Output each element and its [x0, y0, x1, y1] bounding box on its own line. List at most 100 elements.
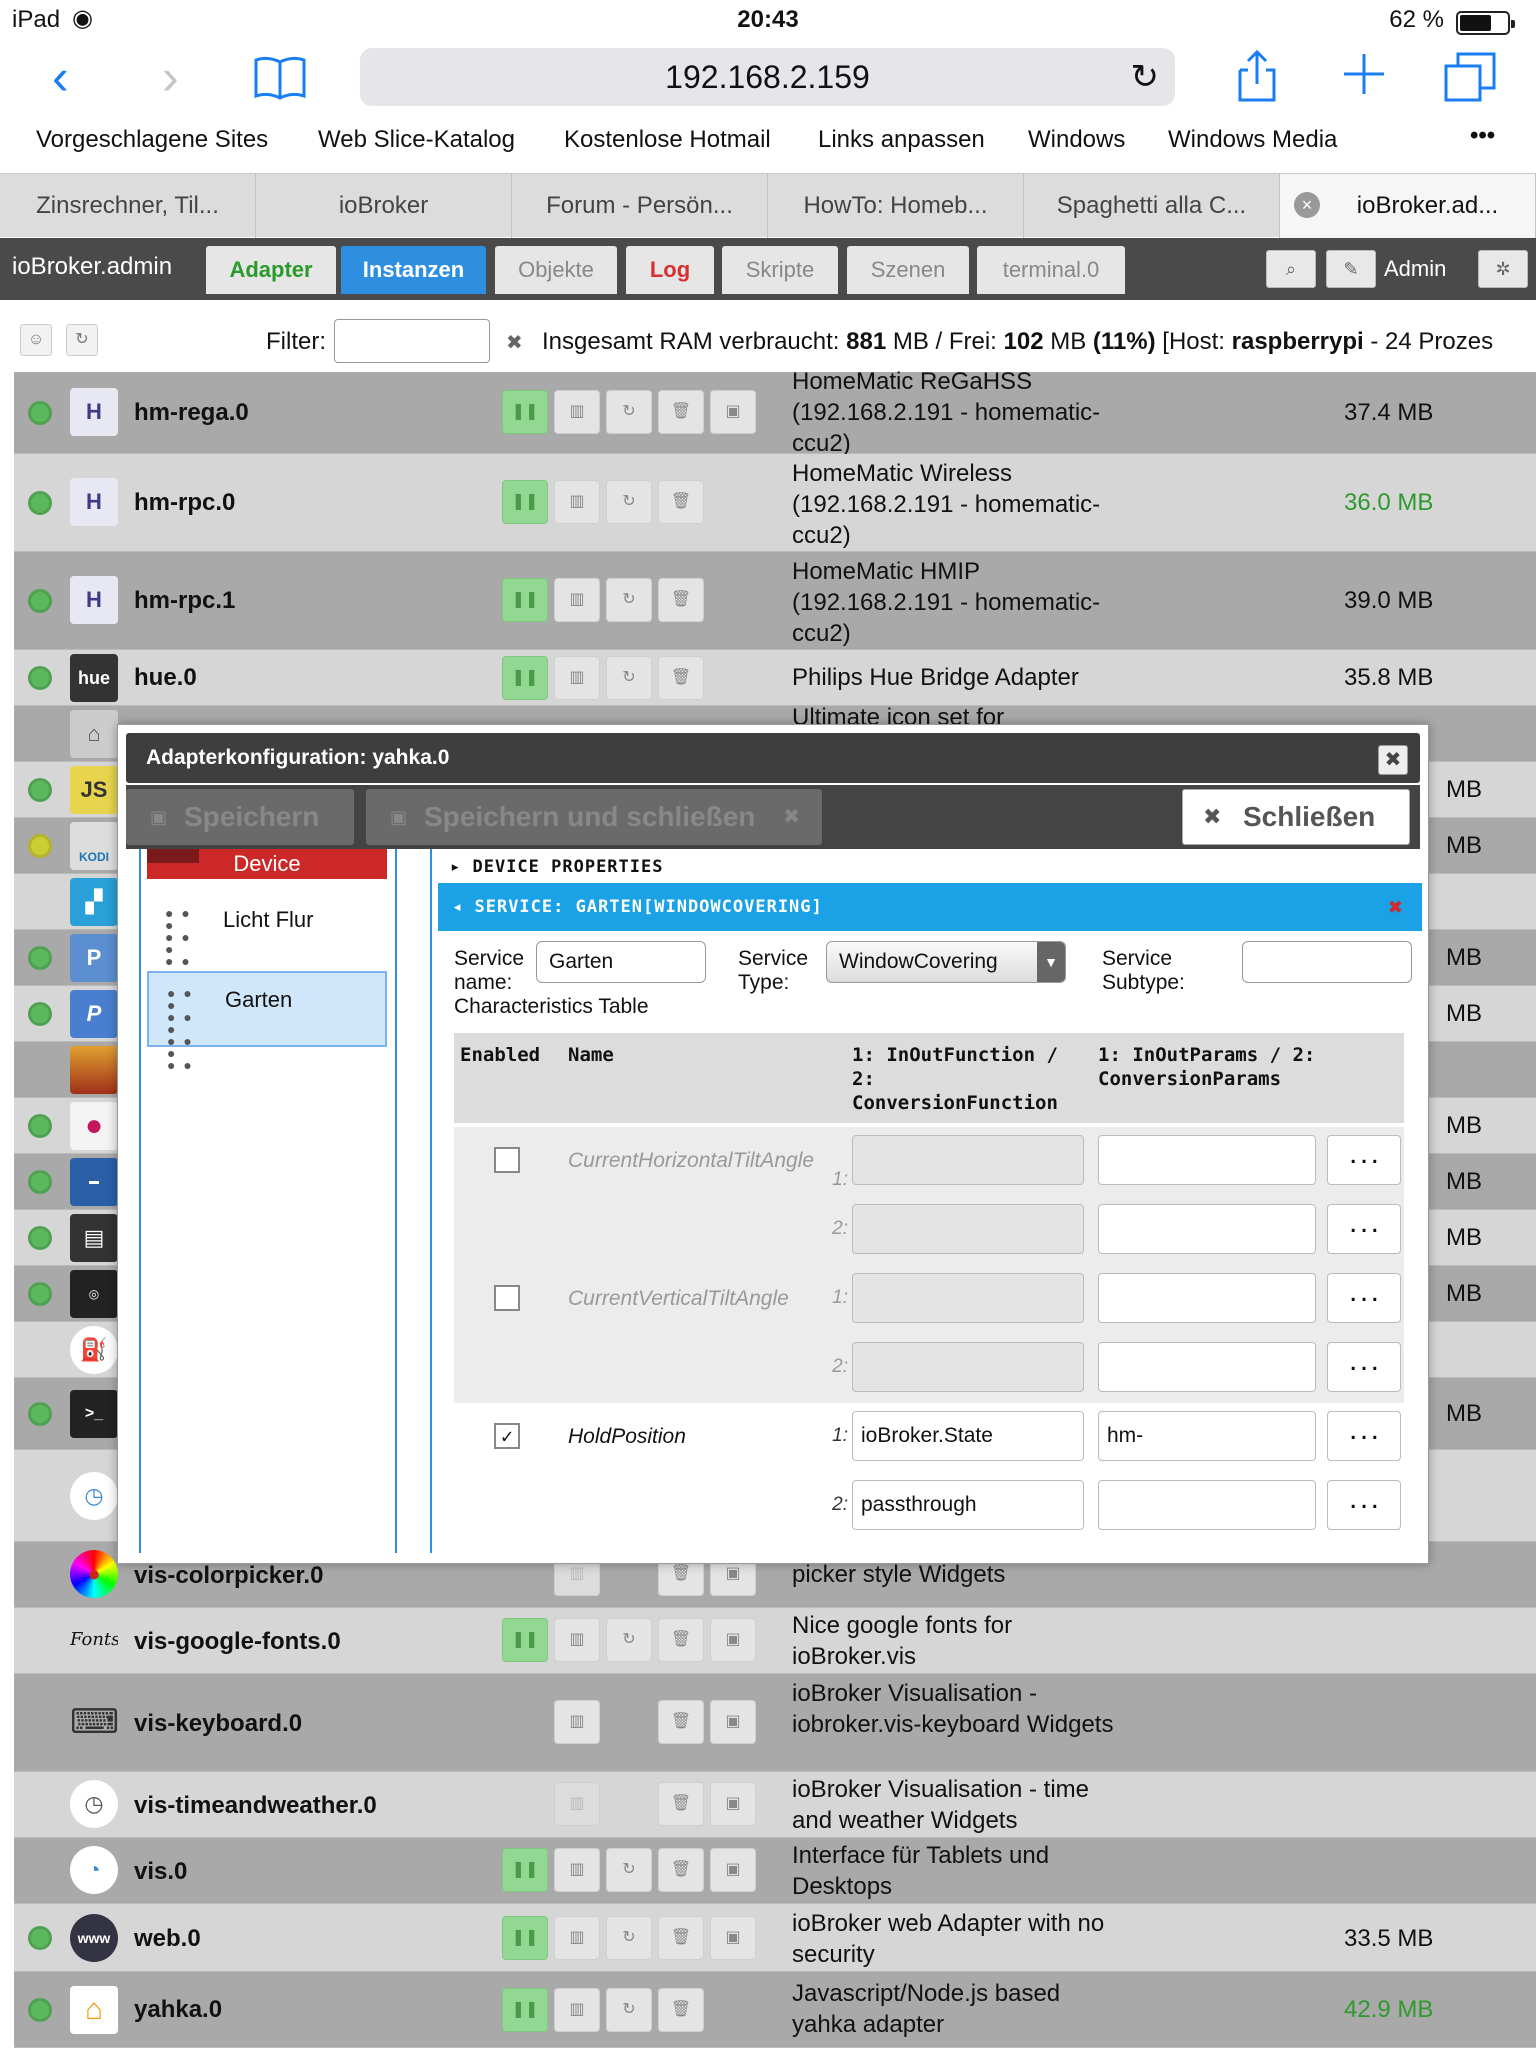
conversion-params-input[interactable] — [1098, 1342, 1316, 1392]
delete-button[interactable]: 🗑 — [658, 1988, 704, 2032]
edit-params-button[interactable]: ... — [1327, 1135, 1401, 1185]
bookmarks-icon[interactable] — [252, 54, 308, 100]
delete-button[interactable]: 🗑 — [658, 1618, 704, 1662]
conversion-params-input[interactable] — [1098, 1480, 1316, 1530]
favorite-link[interactable]: Links anpassen — [818, 126, 985, 154]
restart-button[interactable]: ↻ — [606, 656, 652, 700]
edit-params-button[interactable]: ... — [1327, 1342, 1401, 1392]
delete-button[interactable]: 🗑 — [658, 1700, 704, 1744]
settings-button[interactable]: ▥ — [554, 656, 600, 700]
close-button[interactable]: ✖ Schließen — [1182, 789, 1410, 845]
pause-button[interactable]: ❚❚ — [502, 390, 548, 434]
more-icon[interactable]: ••• — [1470, 122, 1495, 150]
edit-params-button[interactable]: ... — [1327, 1204, 1401, 1254]
device-properties-toggle[interactable]: ▸ DEVICE PROPERTIES — [450, 857, 663, 877]
browser-tab[interactable]: ioBroker — [256, 174, 512, 238]
tab-instanzen[interactable]: Instanzen — [341, 246, 486, 294]
filter-input[interactable] — [334, 319, 490, 363]
refresh-icon[interactable]: ↻ — [66, 324, 98, 356]
pause-button[interactable]: ❚❚ — [502, 578, 548, 622]
tab-adapter[interactable]: Adapter — [206, 246, 336, 294]
tab-log[interactable]: Log — [626, 246, 714, 294]
user-icon[interactable]: ☺ — [20, 324, 52, 356]
tab-szenen[interactable]: Szenen — [847, 246, 969, 294]
pause-button[interactable]: ❚❚ — [502, 1848, 548, 1892]
service-name-input[interactable]: Garten — [536, 941, 706, 983]
edit-params-button[interactable]: ... — [1327, 1480, 1401, 1530]
service-type-select[interactable]: WindowCovering ▼ — [826, 941, 1066, 983]
edit-icon[interactable]: ✎ — [1326, 250, 1376, 288]
sidebar-item-licht-flur[interactable]: ● ● ●● ● ●● ● ●● ● Licht Flur — [147, 893, 387, 992]
image-button[interactable]: ▣ — [710, 1916, 756, 1960]
browser-tab[interactable]: Forum - Persön... — [512, 174, 768, 238]
conversion-function-input[interactable]: passthrough — [852, 1480, 1084, 1530]
restart-button[interactable]: ↻ — [606, 578, 652, 622]
delete-button[interactable]: 🗑 — [658, 1782, 704, 1826]
address-bar[interactable]: 192.168.2.159 ↻ — [360, 48, 1175, 106]
delete-button[interactable]: 🗑 — [658, 480, 704, 524]
gear-icon[interactable]: ✲ — [1478, 250, 1528, 288]
browser-tab[interactable]: Zinsrechner, Til... — [0, 174, 256, 238]
enabled-checkbox[interactable]: ✓ — [494, 1423, 520, 1449]
remove-service-icon[interactable]: ✖ — [1389, 883, 1404, 931]
device-tag[interactable]: Device — [147, 849, 387, 879]
inout-function-input[interactable]: ioBroker.State — [852, 1411, 1084, 1461]
favorite-link[interactable]: Windows Media — [1168, 126, 1337, 154]
conversion-function-input[interactable] — [852, 1342, 1084, 1392]
restart-button[interactable]: ↻ — [606, 1916, 652, 1960]
inout-params-input[interactable] — [1098, 1273, 1316, 1323]
inout-params-input[interactable]: hm- — [1098, 1411, 1316, 1461]
new-tab-icon[interactable] — [1340, 50, 1388, 98]
reload-icon[interactable]: ↻ — [1131, 48, 1160, 106]
save-button[interactable]: ▣ Speichern — [126, 789, 354, 845]
delete-button[interactable]: 🗑 — [658, 1916, 704, 1960]
favorite-link[interactable]: Windows — [1028, 126, 1125, 154]
favorite-link[interactable]: Vorgeschlagene Sites — [36, 126, 268, 154]
enabled-checkbox[interactable] — [494, 1147, 520, 1173]
settings-button[interactable]: ▥ — [554, 480, 600, 524]
image-button[interactable]: ▣ — [710, 1700, 756, 1744]
settings-button[interactable]: ▥ — [554, 1782, 600, 1826]
delete-button[interactable]: 🗑 — [658, 390, 704, 434]
pause-button[interactable]: ❚❚ — [502, 1618, 548, 1662]
image-button[interactable]: ▣ — [710, 1848, 756, 1892]
image-button[interactable]: ▣ — [710, 1618, 756, 1662]
save-close-button[interactable]: ▣ Speichern und schließen ✖ — [366, 789, 822, 845]
close-icon[interactable]: ✖ — [1378, 745, 1408, 775]
tab-skripte[interactable]: Skripte — [722, 246, 838, 294]
inout-function-input[interactable] — [852, 1135, 1084, 1185]
favorite-link[interactable]: Web Slice-Katalog — [318, 126, 515, 154]
edit-params-button[interactable]: ... — [1327, 1273, 1401, 1323]
inout-params-input[interactable] — [1098, 1135, 1316, 1185]
forward-icon[interactable]: › — [162, 48, 179, 106]
pause-button[interactable]: ❚❚ — [502, 1988, 548, 2032]
search-icon[interactable]: ⌕ — [1266, 250, 1316, 288]
service-header[interactable]: ◂ SERVICE: GARTEN[WINDOWCOVERING] ✖ — [438, 883, 1422, 931]
conversion-function-input[interactable] — [852, 1204, 1084, 1254]
restart-button[interactable]: ↻ — [606, 1988, 652, 2032]
restart-button[interactable]: ↻ — [606, 390, 652, 434]
share-icon[interactable] — [1234, 48, 1280, 104]
tabs-overview-icon[interactable] — [1444, 52, 1496, 102]
settings-button[interactable]: ▥ — [554, 1988, 600, 2032]
close-tab-icon[interactable]: × — [1294, 192, 1320, 218]
drag-handle-icon[interactable]: ● ● ●● ● ●● ● ●● ● — [165, 906, 201, 992]
inout-function-input[interactable] — [852, 1273, 1084, 1323]
image-button[interactable]: ▣ — [710, 390, 756, 434]
clear-filter-icon[interactable]: ✖ — [506, 330, 523, 355]
settings-button[interactable]: ▥ — [554, 1848, 600, 1892]
restart-button[interactable]: ↻ — [606, 1618, 652, 1662]
restart-button[interactable]: ↻ — [606, 1848, 652, 1892]
enabled-checkbox[interactable] — [494, 1285, 520, 1311]
favorite-link[interactable]: Kostenlose Hotmail — [564, 126, 771, 154]
pause-button[interactable]: ❚❚ — [502, 1916, 548, 1960]
browser-tab[interactable]: HowTo: Homeb... — [768, 174, 1024, 238]
settings-button[interactable]: ▥ — [554, 1700, 600, 1744]
restart-button[interactable]: ↻ — [606, 480, 652, 524]
delete-button[interactable]: 🗑 — [658, 656, 704, 700]
conversion-params-input[interactable] — [1098, 1204, 1316, 1254]
sidebar-item-garten[interactable]: ● ● ● ● ● ● ● ● ● ● ● Garten — [147, 971, 387, 1072]
browser-tab-active[interactable]: × ioBroker.ad... — [1280, 174, 1536, 238]
settings-button[interactable]: ▥ — [554, 578, 600, 622]
drag-handle-icon[interactable]: ● ● ●● ● ●● ● ●● ● — [167, 986, 203, 1072]
